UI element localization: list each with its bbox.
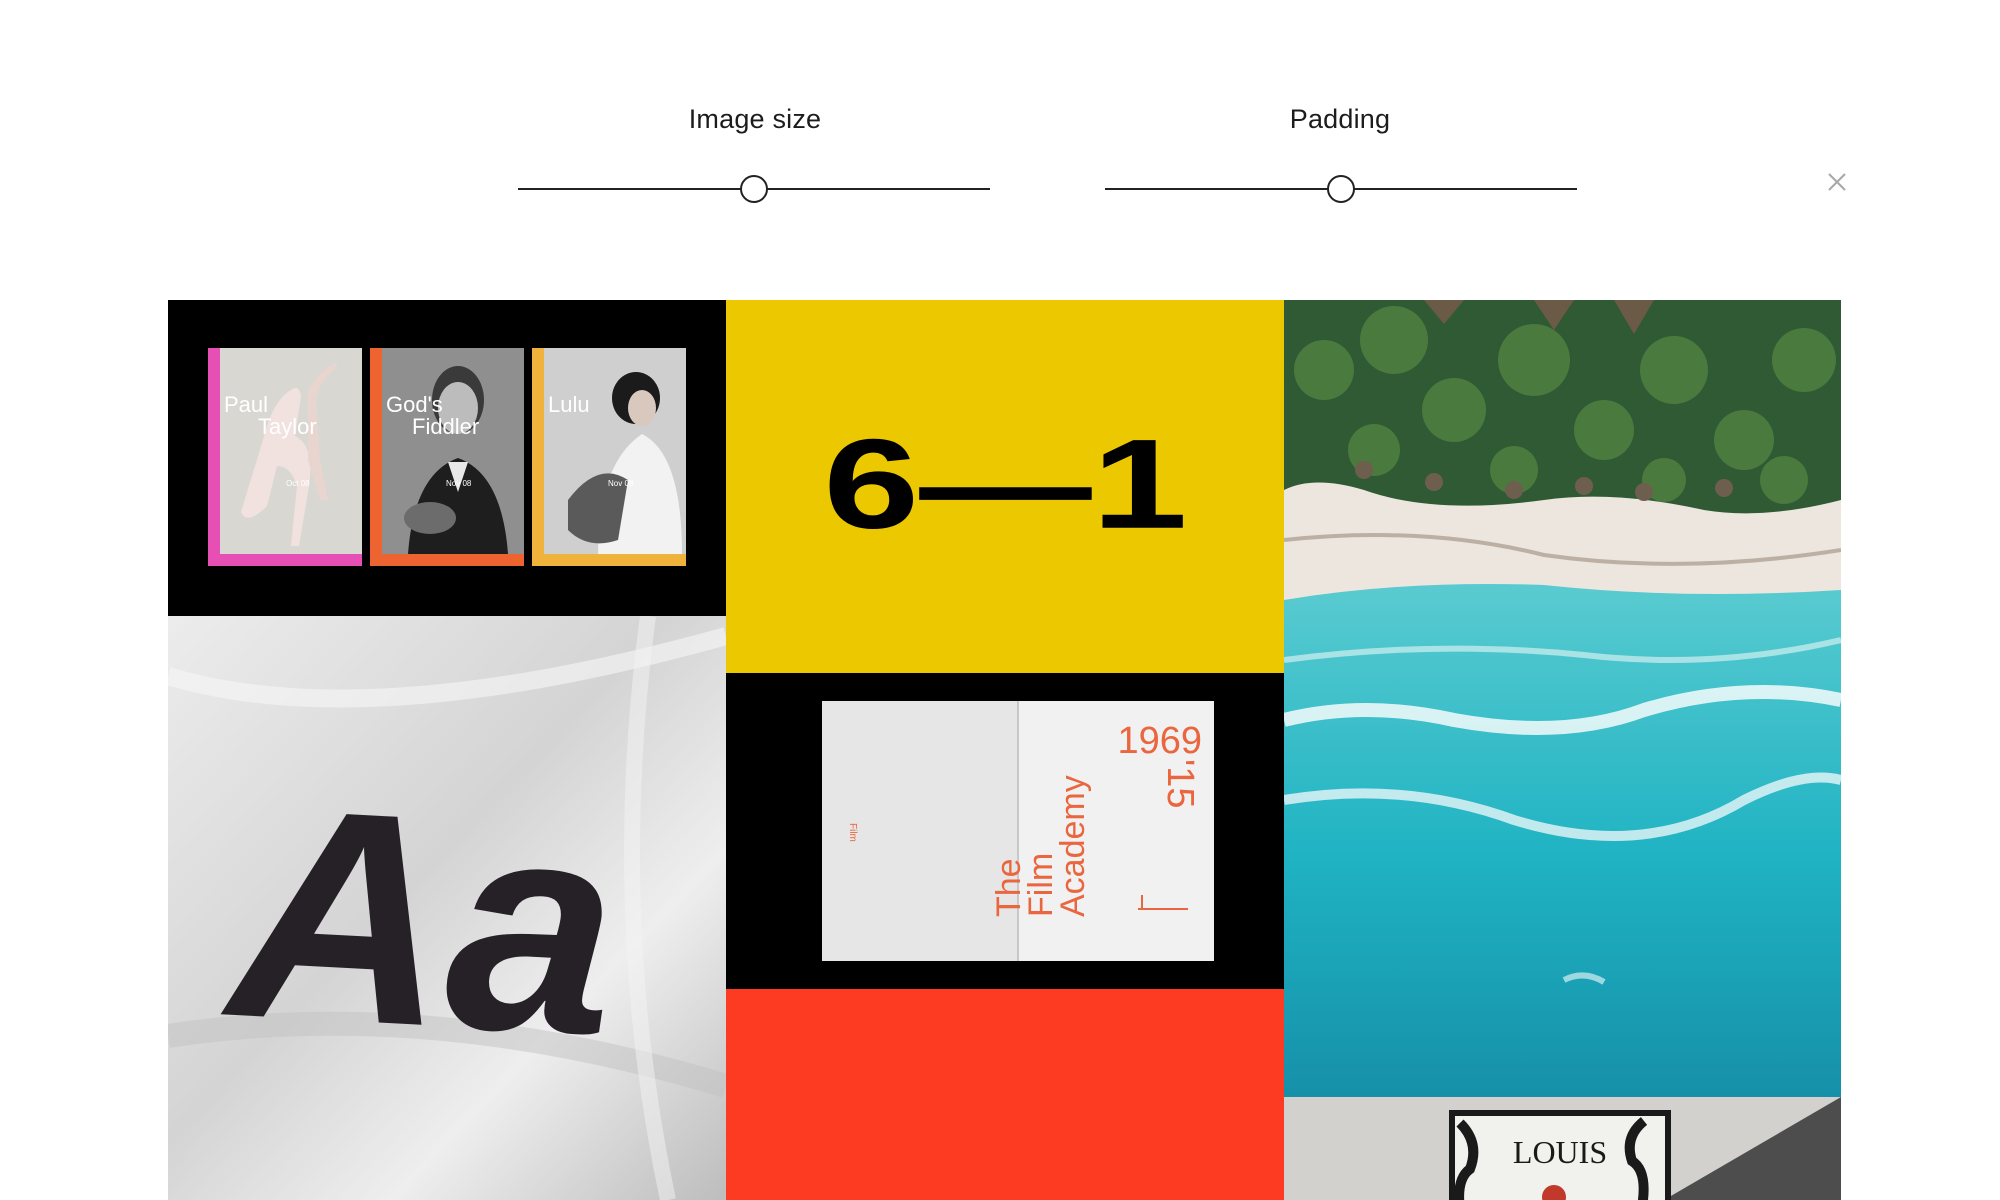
book-years: 1969 <box>1117 720 1202 762</box>
image-size-label: Image size <box>688 104 822 134</box>
poster-3-title-line1: Lulu <box>548 392 590 417</box>
poster-paul-taylor: Paul Taylor Oct 08 <box>208 348 362 566</box>
gallery-tile-red-block[interactable] <box>726 989 1284 1200</box>
poster-3-date: Nov 08 <box>608 479 634 488</box>
gallery-tile-magazine[interactable]: LOUIS <box>1284 1097 1841 1200</box>
poster-lulu: Lulu Nov 08 <box>532 348 686 566</box>
poster-1-date: Oct 08 <box>286 479 310 488</box>
gallery-tile-posters[interactable]: Paul Taylor Oct 08 God's Fiddler Nov 08 <box>168 300 726 616</box>
gallery-tile-score[interactable]: 6—1 <box>726 300 1284 673</box>
poster-2-date: Nov 08 <box>446 479 472 488</box>
book-title-line3: Academy <box>1054 775 1092 917</box>
gallery-tile-beach[interactable] <box>1284 300 1841 1097</box>
gallery-tile-book[interactable]: 1969 '15 The Film Academy Film <box>726 673 1284 989</box>
poster-1-title-line2: Taylor <box>258 414 317 439</box>
book-years-rotated: '15 <box>1159 759 1201 809</box>
close-button[interactable] <box>1820 165 1854 199</box>
gallery-tile-type-specimen[interactable]: Aa <box>168 616 726 1200</box>
type-specimen-text: Aa <box>214 742 624 1098</box>
poster-2-title-line2: Fiddler <box>412 414 479 439</box>
image-size-slider-thumb[interactable] <box>740 175 768 203</box>
magazine-title: LOUIS <box>1513 1134 1607 1170</box>
poster-gods-fiddler: God's Fiddler Nov 08 <box>370 348 524 566</box>
padding-slider-thumb[interactable] <box>1327 175 1355 203</box>
score-text: 6—1 <box>823 413 1187 555</box>
close-icon <box>1828 173 1846 191</box>
padding-label: Padding <box>1289 104 1391 134</box>
book-spine-text: Film <box>847 823 858 842</box>
